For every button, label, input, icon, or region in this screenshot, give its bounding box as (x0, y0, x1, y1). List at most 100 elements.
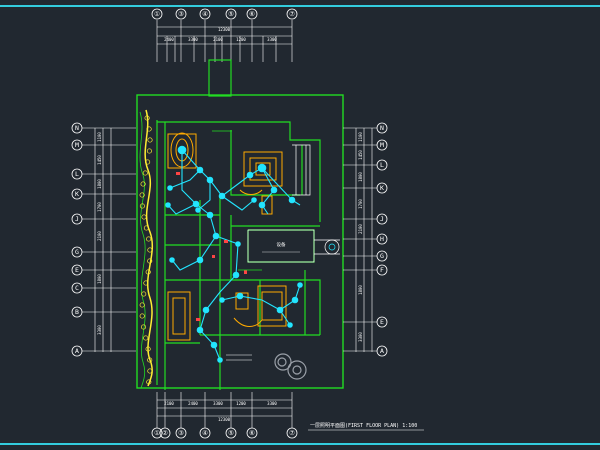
light-fixture-symbol (217, 357, 223, 363)
bottom-axis-4-label: ④ (202, 429, 208, 437)
left-dimension-labels: 1100 1450 1800 1700 2100 1800 3300 (97, 132, 102, 335)
bottom-axis-3: ③ (175, 427, 187, 439)
light-fixture-symbol (196, 256, 204, 264)
right-dimension-labels: 1100 1450 1800 1700 2100 1800 3300 (358, 132, 363, 342)
bottom-dim-label: 2400 (188, 401, 198, 406)
light-fixture-symbol (258, 201, 266, 209)
shrub-symbol (139, 302, 145, 308)
shrub-symbol (147, 137, 153, 143)
left-axis-l: L (71, 168, 83, 180)
landscape-strip-inner (139, 111, 146, 389)
top-axis-4: ⑤ (225, 8, 237, 20)
top-axis-2: ③ (175, 8, 187, 20)
bottom-axis-7: ⑦ (286, 427, 298, 439)
right-dim-label: 1100 (358, 132, 363, 142)
bottom-axis-2: ② (159, 427, 171, 439)
top-dim-label: 1200 (236, 37, 246, 42)
left-dim-label: 2100 (97, 231, 102, 241)
light-fixture-symbol (206, 176, 214, 184)
top-dim-label: 3300 (267, 37, 277, 42)
left-axis-b-label: B (75, 308, 79, 316)
right-dim-label: 1450 (358, 150, 363, 160)
right-axis-g-label: G (380, 252, 384, 260)
bottom-axis-6: ⑥ (246, 427, 258, 439)
top-axis-2-label: ③ (178, 10, 184, 18)
right-axis-k-label: K (380, 184, 384, 192)
light-fixture-symbol (165, 202, 171, 208)
left-axis-n: N (71, 122, 83, 134)
left-axis-g: G (71, 246, 83, 258)
right-dim-label: 1800 (358, 172, 363, 182)
bay-window (292, 144, 311, 196)
top-dim-label: 2100 (213, 37, 223, 42)
bottom-axis-5-label: ⑤ (228, 429, 234, 437)
light-fixture-symbol (177, 145, 187, 155)
right-axis-m: M (376, 139, 388, 151)
right-axis-a-label: A (380, 347, 384, 355)
right-dim-label: 2100 (358, 224, 363, 234)
left-dim-label: 1700 (97, 202, 102, 212)
bottom-axis-1: ① (151, 427, 163, 439)
left-axis-c-label: C (75, 284, 79, 292)
right-axis-e: E (376, 316, 388, 328)
left-axis-a: A (71, 345, 83, 357)
left-axis-k: K (71, 188, 83, 200)
shrub-symbol (146, 148, 152, 154)
light-fixture-symbol (219, 297, 225, 303)
lighting-circuits (167, 149, 301, 361)
left-axis-m-label: M (75, 141, 79, 149)
left-axis-e: E (71, 264, 83, 276)
shrub-symbol (146, 236, 152, 242)
light-fixture-symbol (288, 196, 296, 204)
light-fixture-symbol (167, 185, 173, 191)
left-dim-label: 1450 (97, 155, 102, 165)
right-dim-label: 3300 (358, 332, 363, 342)
right-axis-a: A (376, 345, 388, 357)
right-axis-h: H (376, 233, 388, 245)
light-fixture-symbol (210, 341, 218, 349)
light-fixture-symbol (218, 192, 226, 200)
cad-viewport: 12300 2400 3300 2100 1200 3300 ①③④⑤⑥⑦ 设备… (0, 0, 600, 450)
drawing-title: 一层照明平面图(FIRST FLOOR PLAN) 1:100 (310, 423, 417, 429)
left-axis-b: B (71, 306, 83, 318)
light-fixture-symbol (270, 186, 278, 194)
right-axis-l-label: L (380, 161, 384, 169)
left-axis-k-label: K (75, 190, 79, 198)
light-fixture-symbol (251, 197, 257, 203)
entrance-porch (247, 229, 340, 263)
bottom-axis-6-label: ⑥ (249, 429, 255, 437)
bottom-axis-2-label: ② (162, 429, 168, 437)
bottom-axis-7-label: ⑦ (289, 429, 295, 437)
left-dim-label: 1800 (97, 274, 102, 284)
bottom-axis-1-label: ① (154, 429, 160, 437)
shrub-symbol (141, 214, 147, 220)
room-label-equipment: 设备 (277, 241, 286, 248)
right-axis-n-label: N (380, 124, 384, 132)
light-fixture-symbol (212, 232, 220, 240)
right-axis-l: L (376, 159, 388, 171)
top-axis-1: ① (151, 8, 163, 20)
light-fixture-symbol (287, 322, 293, 328)
shrub-symbol (142, 170, 148, 176)
light-fixture-symbol (206, 211, 214, 219)
light-fixture-symbol (169, 257, 175, 263)
top-axis-6-label: ⑦ (289, 10, 295, 18)
left-axis-c: C (71, 282, 83, 294)
light-fixture-symbol (297, 282, 303, 288)
left-axis-m: M (71, 139, 83, 151)
right-axis-k: K (376, 182, 388, 194)
bottom-dim-label: 1200 (236, 401, 246, 406)
top-axis-3-label: ④ (202, 10, 208, 18)
light-fixture-symbol (236, 292, 244, 300)
bottom-axis-5: ⑤ (225, 427, 237, 439)
left-axis-bubbles: N M L K J G E C B A (71, 122, 136, 357)
left-axis-g-label: G (75, 248, 79, 256)
right-dim-label: 1800 (358, 285, 363, 295)
left-dim-label: 3300 (97, 325, 102, 335)
bottom-axis-3-label: ③ (178, 429, 184, 437)
bottom-axis-4: ④ (199, 427, 211, 439)
bottom-dimensions (156, 392, 293, 428)
left-axis-e-label: E (75, 266, 79, 274)
left-dim-label: 1800 (97, 179, 102, 189)
right-axis-m-label: M (380, 141, 384, 149)
